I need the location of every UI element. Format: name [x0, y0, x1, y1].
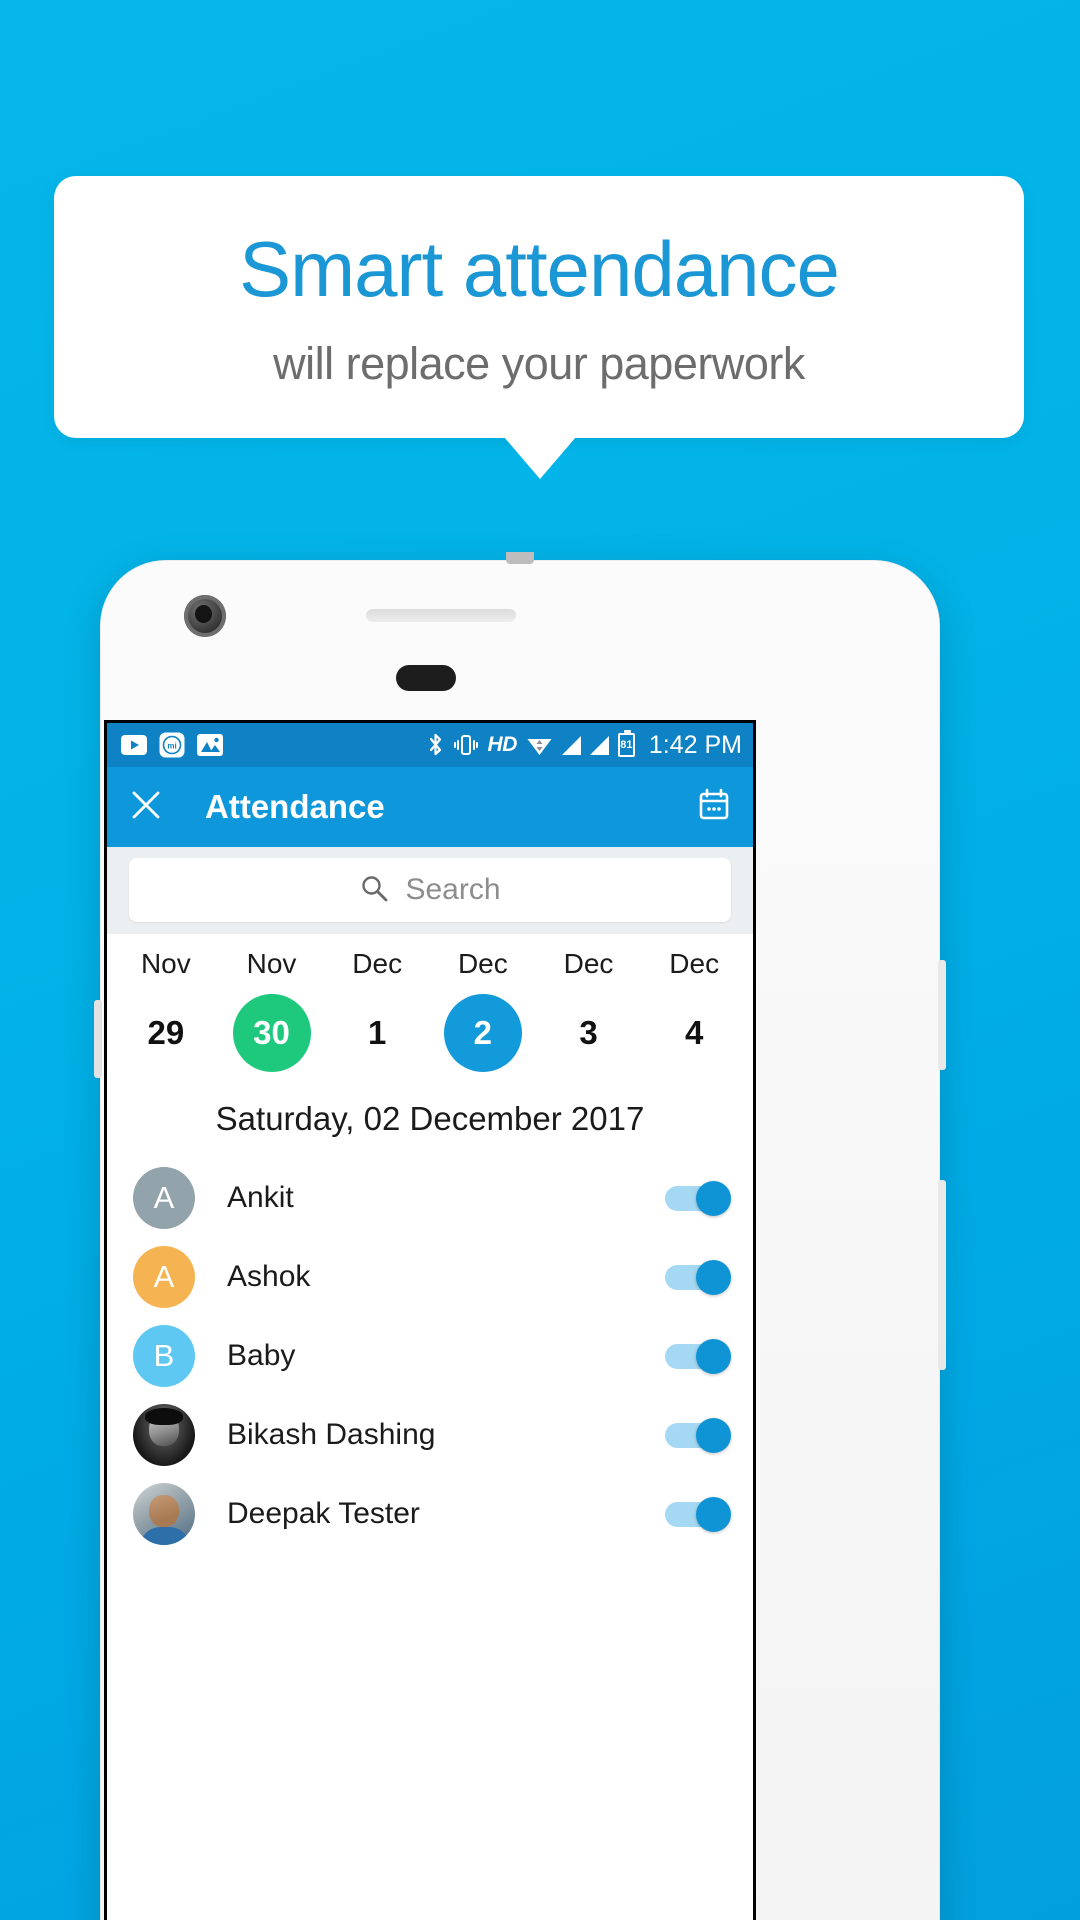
- signal-2-icon: [589, 735, 609, 755]
- date-day: 3: [579, 1014, 598, 1051]
- phone-top-slot: [506, 552, 534, 564]
- avatar: A: [133, 1166, 195, 1229]
- gallery-image-icon: [197, 734, 223, 756]
- person-name: Ashok: [227, 1259, 311, 1293]
- youtube-icon: [121, 735, 147, 755]
- selected-date-header: Saturday, 02 December 2017: [107, 1078, 753, 1158]
- avatar-initial: A: [153, 1258, 175, 1294]
- date-circle-selected: 2: [443, 994, 522, 1072]
- date-month: Nov: [246, 948, 297, 979]
- wifi-icon: [526, 734, 553, 756]
- date-day: 2: [473, 1014, 493, 1051]
- date-month: Nov: [140, 948, 191, 979]
- attendance-toggle[interactable]: [665, 1417, 731, 1453]
- date-month: Dec: [563, 948, 614, 979]
- signal-1-icon: [561, 735, 581, 755]
- avatar-photo: [133, 1482, 195, 1545]
- date-circle-today: 30: [232, 994, 311, 1072]
- calendar-icon[interactable]: [697, 788, 731, 827]
- date-month: Dec: [457, 948, 508, 979]
- toggle-knob: [696, 1338, 731, 1374]
- toggle-knob: [696, 1496, 731, 1532]
- date-month: Dec: [669, 948, 720, 979]
- date-day: 29: [147, 1014, 185, 1051]
- date-day: 1: [367, 1014, 387, 1051]
- toggle-knob: [696, 1417, 731, 1453]
- date-cell-0[interactable]: Nov 29: [113, 948, 219, 1072]
- date-day: 30: [253, 1014, 290, 1051]
- toggle-knob: [696, 1180, 731, 1216]
- search-input[interactable]: Search: [129, 858, 731, 922]
- search-placeholder: Search: [405, 873, 501, 906]
- person-name: Ankit: [227, 1180, 294, 1214]
- battery-level: 81: [620, 738, 633, 751]
- earpiece-speaker: [366, 609, 516, 622]
- avatar-initial: B: [153, 1337, 175, 1373]
- date-circle: 1: [338, 994, 416, 1072]
- avatar: B: [133, 1324, 195, 1387]
- status-bar-system-icons: HD 81 1:42 PM: [427, 730, 742, 760]
- list-item[interactable]: Deepak Tester: [107, 1474, 753, 1553]
- list-item[interactable]: A Ankit: [107, 1158, 753, 1237]
- phone-left-button: [94, 1000, 102, 1078]
- avatar-initial: A: [153, 1179, 175, 1215]
- attendance-toggle[interactable]: [665, 1259, 731, 1295]
- date-day: 4: [685, 1014, 704, 1051]
- date-cell-1[interactable]: Nov 30: [219, 948, 325, 1072]
- date-strip: Nov 29 Nov 30 Dec 1 Dec 2 Dec 3 Dec 4: [107, 934, 753, 1078]
- date-month: Dec: [352, 948, 403, 979]
- person-name: Bikash Dashing: [227, 1417, 436, 1451]
- avatar-photo: [133, 1403, 195, 1466]
- person-name: Baby: [227, 1338, 296, 1372]
- attendance-toggle[interactable]: [665, 1338, 731, 1374]
- toggle-knob: [696, 1259, 731, 1295]
- promo-background: Smart attendance will replace your paper…: [0, 0, 1080, 1920]
- bluetooth-icon: [427, 732, 444, 758]
- phone-volume-button: [938, 1180, 946, 1370]
- attendance-list: A Ankit A Ashok B Baby Bikash Dashing De…: [107, 1158, 753, 1553]
- app-bar: Attendance: [107, 767, 753, 847]
- avatar: A: [133, 1245, 195, 1308]
- date-circle: 4: [655, 994, 733, 1072]
- vibrate-icon: [453, 733, 479, 757]
- attendance-toggle[interactable]: [665, 1496, 731, 1532]
- camera-lens: [195, 605, 212, 623]
- status-bar-notifications: mi: [121, 732, 223, 758]
- list-item[interactable]: B Baby: [107, 1316, 753, 1395]
- date-circle: 3: [550, 994, 628, 1072]
- svg-text:mi: mi: [167, 742, 176, 751]
- promo-callout: Smart attendance will replace your paper…: [54, 176, 1024, 438]
- list-item[interactable]: Bikash Dashing: [107, 1395, 753, 1474]
- promo-subheadline: will replace your paperwork: [273, 338, 805, 389]
- close-icon[interactable]: [129, 788, 163, 827]
- phone-screen: mi HD 81 1:42 PM Attendance Search Nov 2…: [107, 723, 753, 1920]
- proximity-sensor: [396, 665, 456, 691]
- battery-icon: 81: [617, 730, 635, 757]
- date-cell-2[interactable]: Dec 1: [324, 948, 430, 1072]
- person-name: Deepak Tester: [227, 1496, 420, 1530]
- phone-mockup: mi HD 81 1:42 PM Attendance Search Nov 2…: [94, 552, 946, 1920]
- phone-power-button: [938, 960, 946, 1070]
- attendance-toggle[interactable]: [665, 1180, 731, 1216]
- mi-camera-icon: mi: [159, 732, 185, 758]
- promo-headline: Smart attendance: [239, 225, 840, 313]
- screen-bezel: mi HD 81 1:42 PM Attendance Search Nov 2…: [104, 720, 756, 1920]
- callout-tail: [504, 437, 576, 479]
- front-camera-icon: [184, 595, 226, 637]
- status-bar: mi HD 81 1:42 PM: [107, 723, 753, 767]
- date-cell-4[interactable]: Dec 3: [536, 948, 642, 1072]
- status-bar-clock: 1:42 PM: [648, 730, 742, 759]
- date-cell-3[interactable]: Dec 2: [430, 948, 536, 1072]
- date-cell-5[interactable]: Dec 4: [641, 948, 747, 1072]
- hd-icon: HD: [487, 733, 518, 756]
- search-section: Search: [107, 847, 753, 934]
- date-circle: 29: [127, 994, 205, 1072]
- search-icon: [359, 873, 389, 908]
- list-item[interactable]: A Ashok: [107, 1237, 753, 1316]
- page-title: Attendance: [205, 788, 385, 825]
